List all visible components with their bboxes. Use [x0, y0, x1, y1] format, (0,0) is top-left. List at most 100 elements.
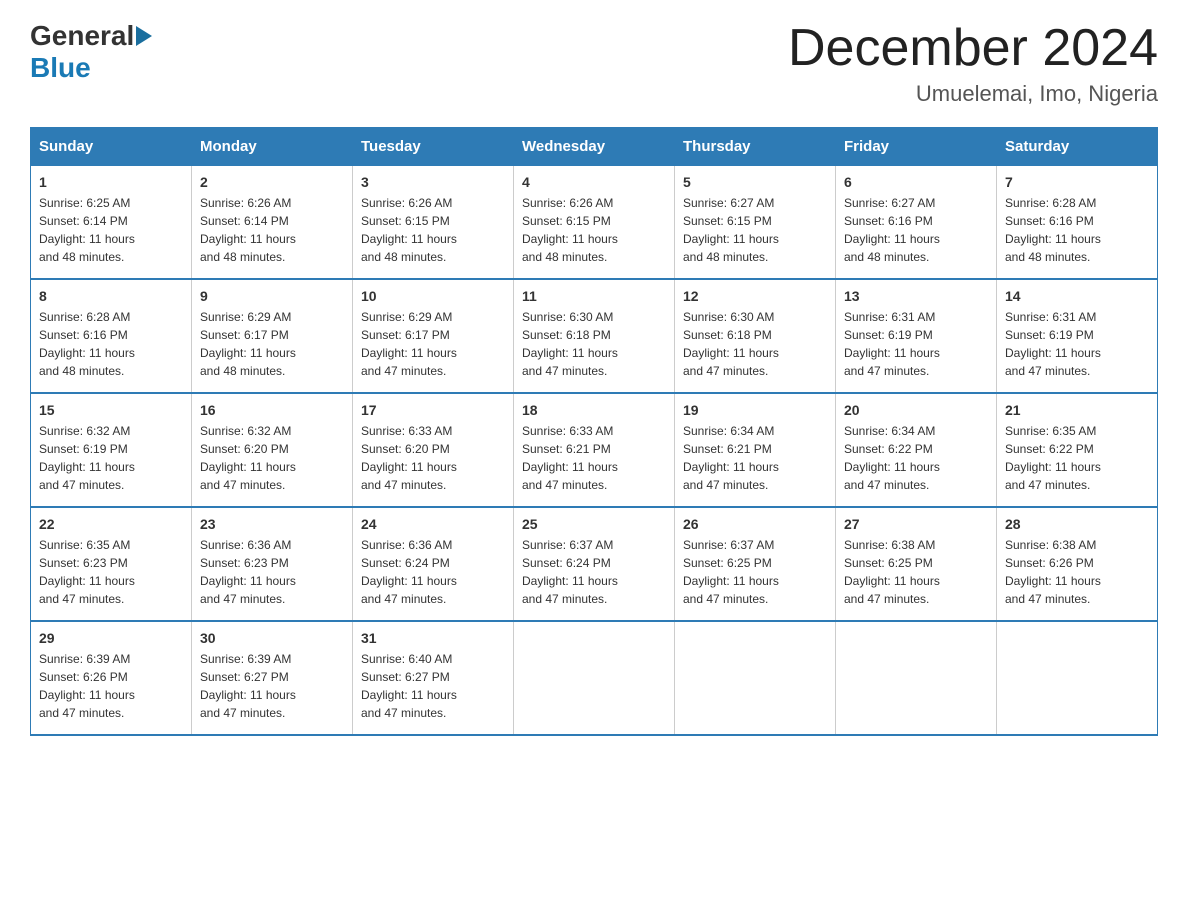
day-info: Sunrise: 6:30 AMSunset: 6:18 PMDaylight:…	[683, 308, 827, 380]
calendar-cell: 15 Sunrise: 6:32 AMSunset: 6:19 PMDaylig…	[31, 393, 192, 507]
day-number: 23	[200, 516, 344, 532]
calendar-week-row: 22 Sunrise: 6:35 AMSunset: 6:23 PMDaylig…	[31, 507, 1158, 621]
day-number: 6	[844, 174, 988, 190]
calendar-cell: 8 Sunrise: 6:28 AMSunset: 6:16 PMDayligh…	[31, 279, 192, 393]
day-info: Sunrise: 6:28 AMSunset: 6:16 PMDaylight:…	[1005, 194, 1149, 266]
logo: General Blue	[30, 20, 154, 84]
day-info: Sunrise: 6:39 AMSunset: 6:27 PMDaylight:…	[200, 650, 344, 722]
day-number: 7	[1005, 174, 1149, 190]
day-info: Sunrise: 6:26 AMSunset: 6:15 PMDaylight:…	[361, 194, 505, 266]
calendar-cell: 7 Sunrise: 6:28 AMSunset: 6:16 PMDayligh…	[997, 166, 1158, 280]
calendar-cell	[514, 621, 675, 735]
day-number: 9	[200, 288, 344, 304]
day-info: Sunrise: 6:26 AMSunset: 6:14 PMDaylight:…	[200, 194, 344, 266]
day-number: 19	[683, 402, 827, 418]
day-info: Sunrise: 6:35 AMSunset: 6:22 PMDaylight:…	[1005, 422, 1149, 494]
day-info: Sunrise: 6:27 AMSunset: 6:16 PMDaylight:…	[844, 194, 988, 266]
day-number: 25	[522, 516, 666, 532]
day-number: 5	[683, 174, 827, 190]
calendar-cell: 22 Sunrise: 6:35 AMSunset: 6:23 PMDaylig…	[31, 507, 192, 621]
day-number: 29	[39, 630, 183, 646]
day-number: 13	[844, 288, 988, 304]
day-number: 30	[200, 630, 344, 646]
calendar-cell: 4 Sunrise: 6:26 AMSunset: 6:15 PMDayligh…	[514, 166, 675, 280]
column-header-thursday: Thursday	[675, 128, 836, 166]
calendar-cell	[836, 621, 997, 735]
title-section: December 2024 Umuelemai, Imo, Nigeria	[788, 20, 1158, 107]
day-number: 11	[522, 288, 666, 304]
day-number: 2	[200, 174, 344, 190]
day-number: 20	[844, 402, 988, 418]
day-number: 27	[844, 516, 988, 532]
day-number: 8	[39, 288, 183, 304]
logo-arrow-icon	[136, 26, 152, 46]
day-info: Sunrise: 6:38 AMSunset: 6:25 PMDaylight:…	[844, 536, 988, 608]
logo-blue: Blue	[30, 52, 91, 84]
day-number: 31	[361, 630, 505, 646]
calendar-cell: 17 Sunrise: 6:33 AMSunset: 6:20 PMDaylig…	[353, 393, 514, 507]
day-number: 26	[683, 516, 827, 532]
day-number: 22	[39, 516, 183, 532]
day-number: 17	[361, 402, 505, 418]
day-info: Sunrise: 6:37 AMSunset: 6:25 PMDaylight:…	[683, 536, 827, 608]
column-header-monday: Monday	[192, 128, 353, 166]
column-header-sunday: Sunday	[31, 128, 192, 166]
calendar-week-row: 15 Sunrise: 6:32 AMSunset: 6:19 PMDaylig…	[31, 393, 1158, 507]
day-number: 15	[39, 402, 183, 418]
day-number: 16	[200, 402, 344, 418]
calendar-week-row: 29 Sunrise: 6:39 AMSunset: 6:26 PMDaylig…	[31, 621, 1158, 735]
calendar-cell: 10 Sunrise: 6:29 AMSunset: 6:17 PMDaylig…	[353, 279, 514, 393]
day-number: 4	[522, 174, 666, 190]
calendar-cell: 2 Sunrise: 6:26 AMSunset: 6:14 PMDayligh…	[192, 166, 353, 280]
day-number: 12	[683, 288, 827, 304]
day-info: Sunrise: 6:37 AMSunset: 6:24 PMDaylight:…	[522, 536, 666, 608]
location: Umuelemai, Imo, Nigeria	[788, 81, 1158, 107]
day-info: Sunrise: 6:33 AMSunset: 6:20 PMDaylight:…	[361, 422, 505, 494]
day-info: Sunrise: 6:36 AMSunset: 6:23 PMDaylight:…	[200, 536, 344, 608]
logo-text: General	[30, 20, 154, 52]
day-info: Sunrise: 6:25 AMSunset: 6:14 PMDaylight:…	[39, 194, 183, 266]
day-info: Sunrise: 6:32 AMSunset: 6:20 PMDaylight:…	[200, 422, 344, 494]
calendar-cell: 6 Sunrise: 6:27 AMSunset: 6:16 PMDayligh…	[836, 166, 997, 280]
day-info: Sunrise: 6:34 AMSunset: 6:22 PMDaylight:…	[844, 422, 988, 494]
day-number: 24	[361, 516, 505, 532]
calendar-cell: 28 Sunrise: 6:38 AMSunset: 6:26 PMDaylig…	[997, 507, 1158, 621]
day-info: Sunrise: 6:33 AMSunset: 6:21 PMDaylight:…	[522, 422, 666, 494]
calendar-cell: 30 Sunrise: 6:39 AMSunset: 6:27 PMDaylig…	[192, 621, 353, 735]
calendar-cell: 13 Sunrise: 6:31 AMSunset: 6:19 PMDaylig…	[836, 279, 997, 393]
calendar-cell: 3 Sunrise: 6:26 AMSunset: 6:15 PMDayligh…	[353, 166, 514, 280]
calendar-week-row: 1 Sunrise: 6:25 AMSunset: 6:14 PMDayligh…	[31, 166, 1158, 280]
day-info: Sunrise: 6:35 AMSunset: 6:23 PMDaylight:…	[39, 536, 183, 608]
day-info: Sunrise: 6:38 AMSunset: 6:26 PMDaylight:…	[1005, 536, 1149, 608]
calendar-cell: 19 Sunrise: 6:34 AMSunset: 6:21 PMDaylig…	[675, 393, 836, 507]
day-number: 1	[39, 174, 183, 190]
calendar-cell: 26 Sunrise: 6:37 AMSunset: 6:25 PMDaylig…	[675, 507, 836, 621]
calendar-cell: 11 Sunrise: 6:30 AMSunset: 6:18 PMDaylig…	[514, 279, 675, 393]
day-info: Sunrise: 6:40 AMSunset: 6:27 PMDaylight:…	[361, 650, 505, 722]
calendar-week-row: 8 Sunrise: 6:28 AMSunset: 6:16 PMDayligh…	[31, 279, 1158, 393]
column-header-saturday: Saturday	[997, 128, 1158, 166]
day-info: Sunrise: 6:28 AMSunset: 6:16 PMDaylight:…	[39, 308, 183, 380]
day-info: Sunrise: 6:31 AMSunset: 6:19 PMDaylight:…	[1005, 308, 1149, 380]
logo-general: General	[30, 20, 134, 52]
column-header-friday: Friday	[836, 128, 997, 166]
day-info: Sunrise: 6:36 AMSunset: 6:24 PMDaylight:…	[361, 536, 505, 608]
column-header-wednesday: Wednesday	[514, 128, 675, 166]
calendar-cell	[997, 621, 1158, 735]
calendar-cell: 16 Sunrise: 6:32 AMSunset: 6:20 PMDaylig…	[192, 393, 353, 507]
calendar-header-row: SundayMondayTuesdayWednesdayThursdayFrid…	[31, 128, 1158, 166]
calendar-cell: 20 Sunrise: 6:34 AMSunset: 6:22 PMDaylig…	[836, 393, 997, 507]
calendar-cell: 5 Sunrise: 6:27 AMSunset: 6:15 PMDayligh…	[675, 166, 836, 280]
day-info: Sunrise: 6:27 AMSunset: 6:15 PMDaylight:…	[683, 194, 827, 266]
calendar-cell: 24 Sunrise: 6:36 AMSunset: 6:24 PMDaylig…	[353, 507, 514, 621]
day-number: 3	[361, 174, 505, 190]
day-number: 21	[1005, 402, 1149, 418]
day-info: Sunrise: 6:26 AMSunset: 6:15 PMDaylight:…	[522, 194, 666, 266]
calendar-cell: 12 Sunrise: 6:30 AMSunset: 6:18 PMDaylig…	[675, 279, 836, 393]
day-info: Sunrise: 6:30 AMSunset: 6:18 PMDaylight:…	[522, 308, 666, 380]
calendar-cell: 21 Sunrise: 6:35 AMSunset: 6:22 PMDaylig…	[997, 393, 1158, 507]
calendar-cell: 18 Sunrise: 6:33 AMSunset: 6:21 PMDaylig…	[514, 393, 675, 507]
day-number: 10	[361, 288, 505, 304]
day-info: Sunrise: 6:34 AMSunset: 6:21 PMDaylight:…	[683, 422, 827, 494]
day-info: Sunrise: 6:39 AMSunset: 6:26 PMDaylight:…	[39, 650, 183, 722]
